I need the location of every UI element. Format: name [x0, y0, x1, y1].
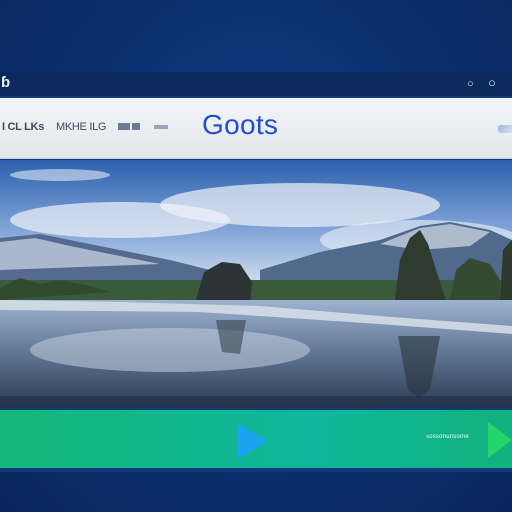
header-nav: I CL LKs MKHE ILG [2, 121, 169, 133]
nav-item-2[interactable]: MKHE ILG [56, 121, 106, 133]
player-bar: sossonunsome [0, 410, 512, 468]
large-circle-icon[interactable]: ○ [488, 76, 496, 90]
landscape-image [0, 160, 512, 408]
window-titlebar: ɓ ○ ○ [0, 72, 512, 96]
small-circle-icon[interactable]: ○ [467, 77, 474, 91]
page-header: I CL LKs MKHE ILG Goots [0, 98, 512, 159]
app-logo-icon[interactable]: ɓ [1, 75, 15, 91]
play-icon[interactable] [236, 421, 270, 461]
nav-dash-icon [154, 125, 169, 129]
nav-item-1[interactable]: I CL LKs [2, 121, 44, 133]
brand-title[interactable]: Goots [202, 109, 278, 141]
player-caption: sossonunsome [426, 434, 469, 440]
nav-chips[interactable] [118, 121, 142, 133]
browser-window: I CL LKs MKHE ILG Goots sossonunsome [0, 96, 512, 472]
next-icon[interactable] [486, 420, 512, 460]
header-right-icon[interactable] [498, 125, 512, 133]
